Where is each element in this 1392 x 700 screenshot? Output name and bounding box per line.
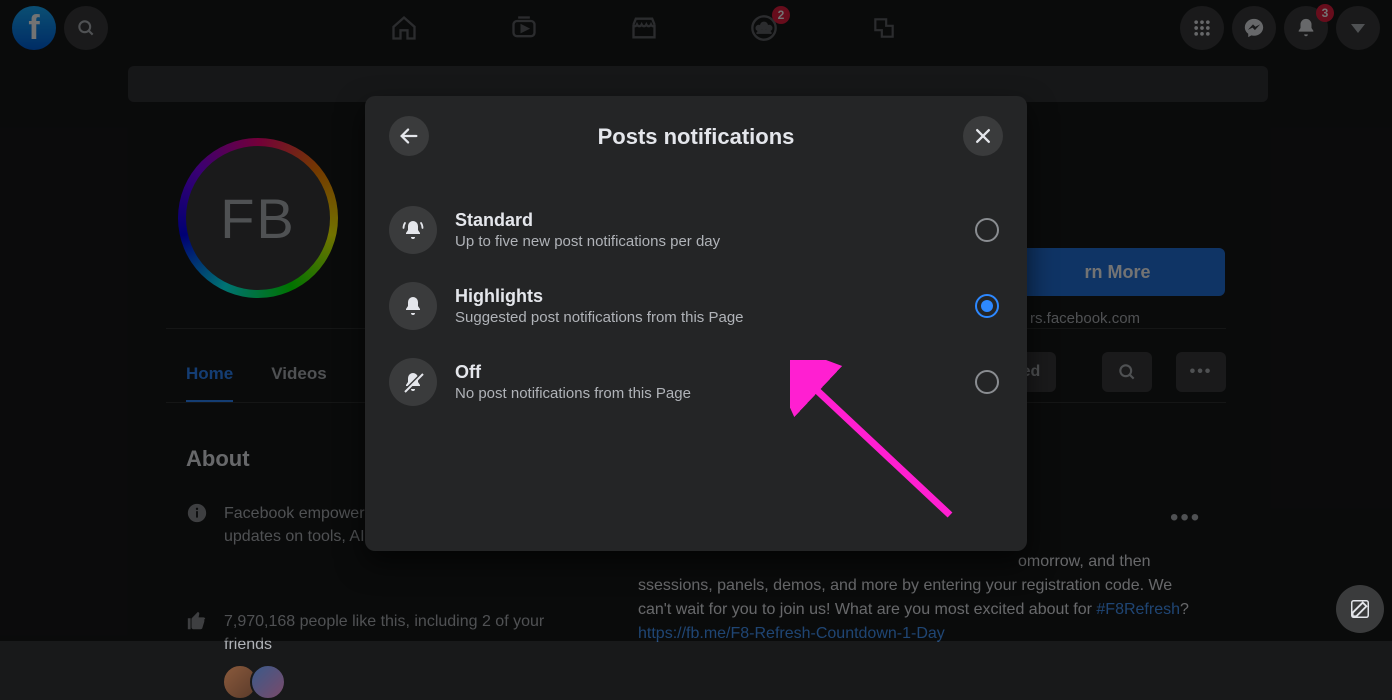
option-standard[interactable]: Standard Up to five new post notificatio… [385, 192, 1007, 268]
modal-title: Posts notifications [598, 124, 795, 150]
option-title: Standard [455, 210, 957, 231]
option-title: Highlights [455, 286, 957, 307]
posts-notifications-modal: Posts notifications Standard Up to five … [365, 96, 1027, 551]
bell-icon [389, 282, 437, 330]
radio-standard[interactable] [975, 218, 999, 242]
radio-highlights[interactable] [975, 294, 999, 318]
modal-options: Standard Up to five new post notificatio… [385, 192, 1007, 420]
edit-icon [1349, 598, 1371, 620]
bell-off-icon [389, 358, 437, 406]
bell-ring-icon [389, 206, 437, 254]
friend-avatars[interactable] [222, 664, 278, 700]
option-title: Off [455, 362, 957, 383]
modal-close-button[interactable] [963, 116, 1003, 156]
modal-header: Posts notifications [385, 112, 1007, 162]
option-highlights[interactable]: Highlights Suggested post notifications … [385, 268, 1007, 344]
compose-button[interactable] [1336, 585, 1384, 633]
option-desc: No post notifications from this Page [455, 385, 957, 402]
modal-back-button[interactable] [389, 116, 429, 156]
avatar [250, 664, 286, 700]
option-off[interactable]: Off No post notifications from this Page [385, 344, 1007, 420]
radio-off[interactable] [975, 370, 999, 394]
close-icon [973, 126, 993, 146]
option-desc: Up to five new post notifications per da… [455, 233, 957, 250]
arrow-left-icon [398, 125, 420, 147]
option-desc: Suggested post notifications from this P… [455, 309, 957, 326]
